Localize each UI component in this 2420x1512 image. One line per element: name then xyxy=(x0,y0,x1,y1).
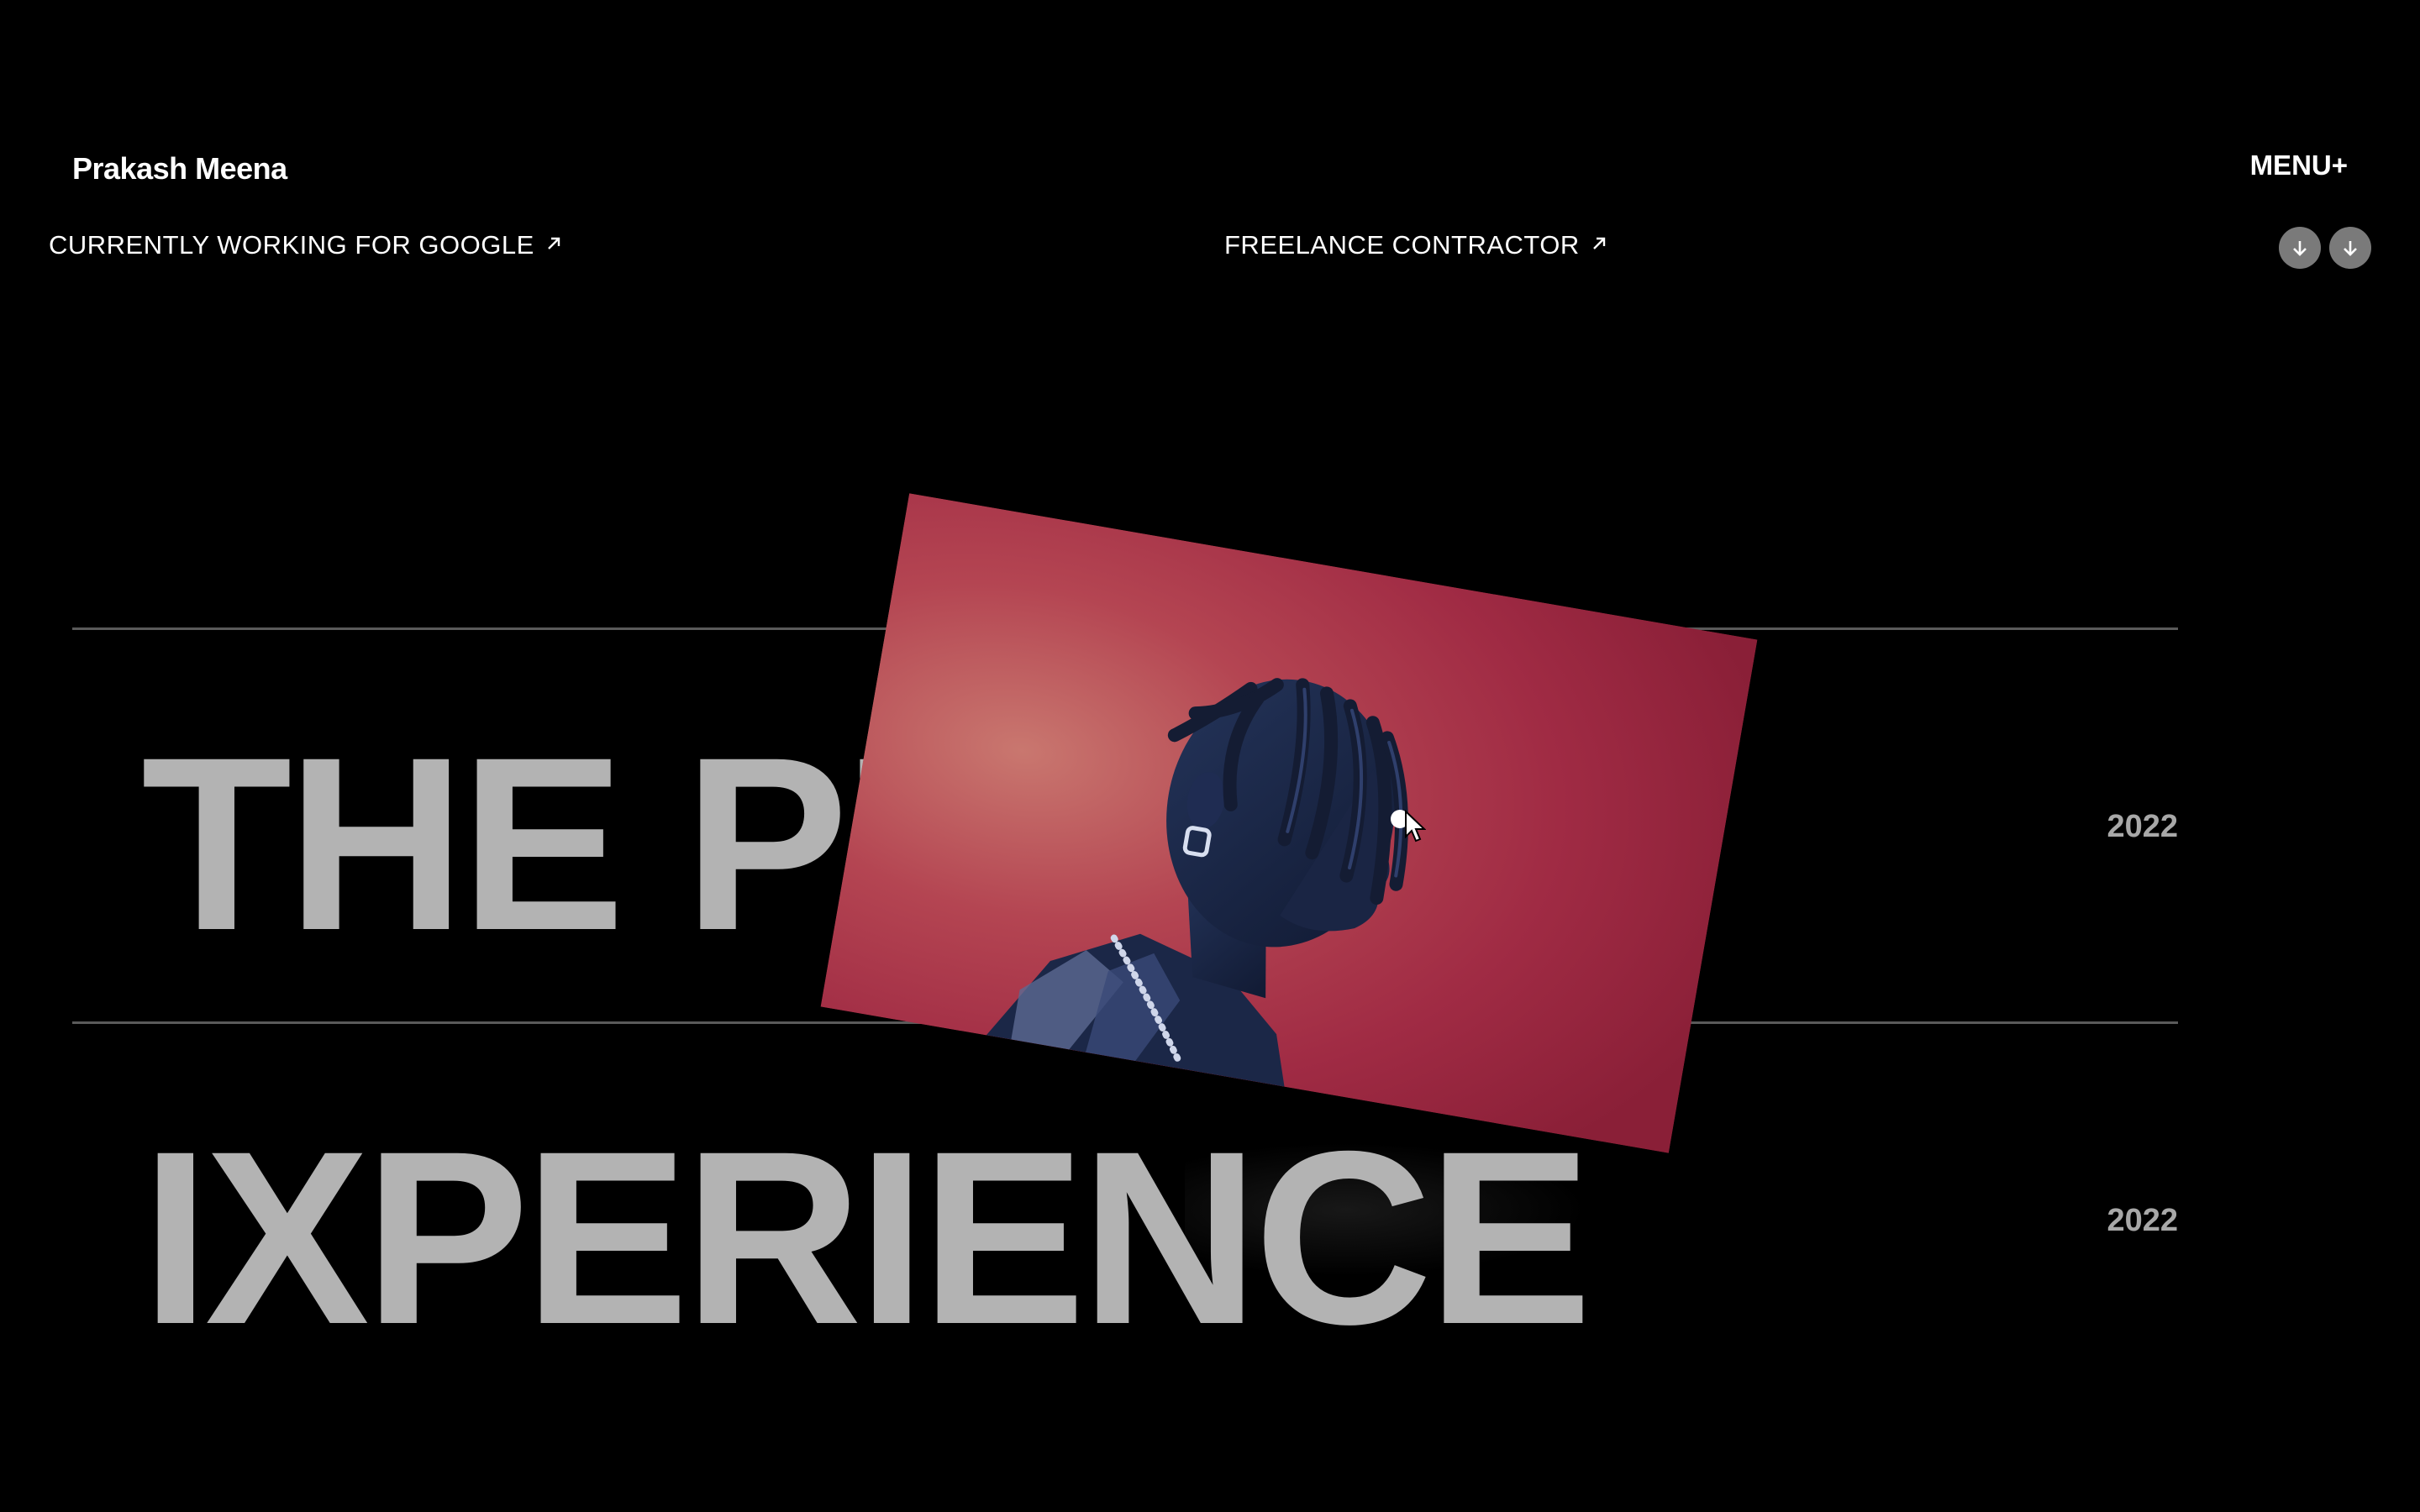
project-title[interactable]: IXPERIENCE xyxy=(141,1115,1592,1362)
scroll-buttons xyxy=(2279,227,2371,269)
ticker-link-freelance[interactable]: FREELANCE CONTRACTOR xyxy=(1224,230,1608,260)
arrow-up-right-icon xyxy=(1590,233,1608,259)
brand-logo-link[interactable]: Prakash Meena xyxy=(72,151,287,186)
scroll-down-button[interactable] xyxy=(2279,227,2321,269)
ticker-label: CURRENTLY WORKING FOR GOOGLE xyxy=(49,230,534,260)
project-hover-image xyxy=(820,493,1758,1153)
mouse-cursor xyxy=(1391,810,1441,860)
scroll-down-button[interactable] xyxy=(2329,227,2371,269)
page: Prakash Meena MENU+ CURRENTLY WORKING FO… xyxy=(0,0,2420,1512)
project-year: 2022 xyxy=(2107,809,2178,844)
arrow-up-right-icon xyxy=(544,233,563,259)
project-year: 2022 xyxy=(2107,1203,2178,1238)
arrow-down-icon xyxy=(2344,241,2357,256)
cursor-arrow-icon xyxy=(1405,810,1426,843)
ticker-link-google[interactable]: CURRENTLY WORKING FOR GOOGLE xyxy=(49,230,563,260)
menu-button[interactable]: MENU+ xyxy=(2250,150,2348,181)
ticker-label: FREELANCE CONTRACTOR xyxy=(1224,230,1580,260)
arrow-down-icon xyxy=(2293,241,2307,256)
